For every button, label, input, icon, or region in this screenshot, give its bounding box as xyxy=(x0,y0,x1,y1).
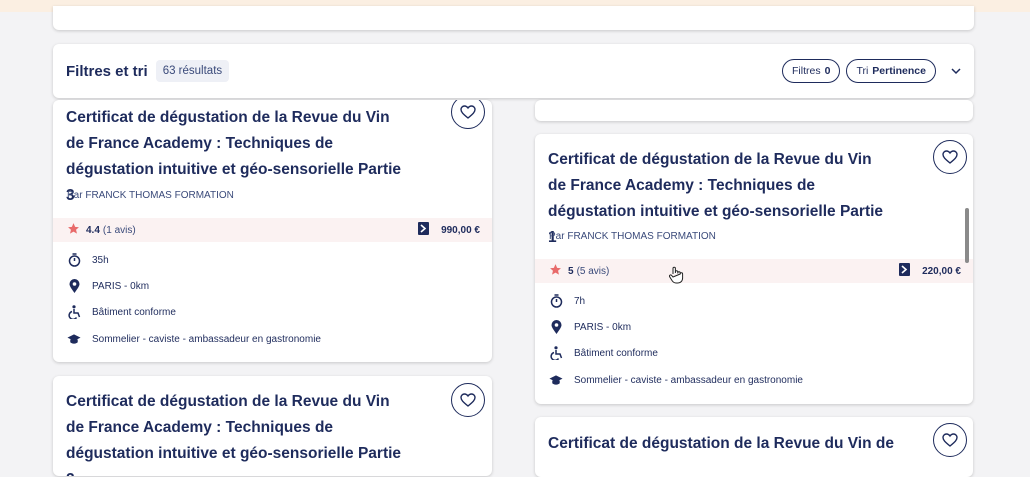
star-icon xyxy=(67,222,80,238)
timer-icon xyxy=(549,294,563,308)
job: Sommelier - caviste - ambassadeur en gas… xyxy=(92,333,321,345)
sort-button[interactable]: Tri Pertinence xyxy=(846,59,936,83)
accessibility-row: Bâtiment conforme xyxy=(549,346,658,360)
location-pin-icon xyxy=(67,279,81,293)
heart-icon[interactable] xyxy=(451,383,485,417)
results-count: 63 résultats xyxy=(155,60,230,82)
heart-icon[interactable] xyxy=(933,423,967,457)
rating-value: 5 xyxy=(568,265,574,277)
accessibility-row: Bâtiment conforme xyxy=(67,305,176,319)
timer-icon xyxy=(67,253,81,267)
duration: 35h xyxy=(92,254,109,266)
graduation-cap-icon xyxy=(67,332,81,346)
result-card[interactable]: Certificat de dégustation de la Revue du… xyxy=(53,376,492,476)
result-card[interactable]: Certificat de dégustation de la Revue du… xyxy=(53,100,492,362)
scrollbar[interactable] xyxy=(965,208,969,263)
sort-value: Pertinence xyxy=(872,65,926,77)
filter-title: Filtres et tri xyxy=(66,62,148,80)
location-row: PARIS - 0km xyxy=(549,320,631,334)
rating-row: 5 (5 avis) 220,00 € xyxy=(535,259,973,283)
price-value: 220,00 € xyxy=(922,265,961,277)
previous-card-stub xyxy=(53,6,974,30)
location-row: PARIS - 0km xyxy=(67,279,149,293)
review-count: (1 avis) xyxy=(102,224,136,236)
duration-row: 7h xyxy=(549,294,585,308)
accessibility-icon xyxy=(67,305,81,319)
duration: 7h xyxy=(574,295,586,307)
location: PARIS - 0km xyxy=(92,280,150,292)
price: 220,00 € xyxy=(899,263,961,279)
hand-cursor-icon xyxy=(668,266,684,289)
filters-label: Filtres xyxy=(792,65,821,77)
review-count: (5 avis) xyxy=(576,265,610,277)
accessibility: Bâtiment conforme xyxy=(92,306,176,318)
graduation-cap-icon xyxy=(549,373,563,387)
rating-value: 4.4 xyxy=(86,224,100,236)
job-row: Sommelier - caviste - ambassadeur en gas… xyxy=(67,332,321,346)
filters-count: 0 xyxy=(824,65,831,77)
price-tag-icon xyxy=(899,263,911,279)
chevron-down-icon[interactable] xyxy=(950,65,962,77)
star-icon xyxy=(549,263,562,279)
result-card[interactable]: Certificat de dégustation de la Revue du… xyxy=(535,134,973,404)
rating-row: 4.4 (1 avis) 990,00 € xyxy=(53,218,492,242)
job: Sommelier - caviste - ambassadeur en gas… xyxy=(574,374,803,386)
location: PARIS - 0km xyxy=(574,321,632,333)
provider: Par FRANCK THOMAS FORMATION xyxy=(549,231,716,242)
heart-icon[interactable] xyxy=(933,140,967,174)
location-pin-icon xyxy=(549,320,563,334)
filter-bar: Filtres et tri 63 résultats Filtres 0 Tr… xyxy=(53,44,974,98)
job-row: Sommelier - caviste - ambassadeur en gas… xyxy=(549,373,803,387)
result-card[interactable]: Certificat de dégustation de la Revue du… xyxy=(535,417,973,477)
heart-icon[interactable] xyxy=(451,100,485,129)
accessibility: Bâtiment conforme xyxy=(574,347,658,359)
sort-label: Tri xyxy=(856,65,869,77)
price-value: 990,00 € xyxy=(441,224,480,236)
accessibility-icon xyxy=(549,346,563,360)
result-card-stub xyxy=(535,100,973,121)
duration-row: 35h xyxy=(67,253,109,267)
filters-button[interactable]: Filtres 0 xyxy=(782,59,841,83)
provider: Par FRANCK THOMAS FORMATION xyxy=(67,190,234,201)
price-tag-icon xyxy=(418,222,430,238)
price: 990,00 € xyxy=(418,222,480,238)
card-title[interactable]: Certificat de dégustation de la Revue du… xyxy=(548,431,908,457)
